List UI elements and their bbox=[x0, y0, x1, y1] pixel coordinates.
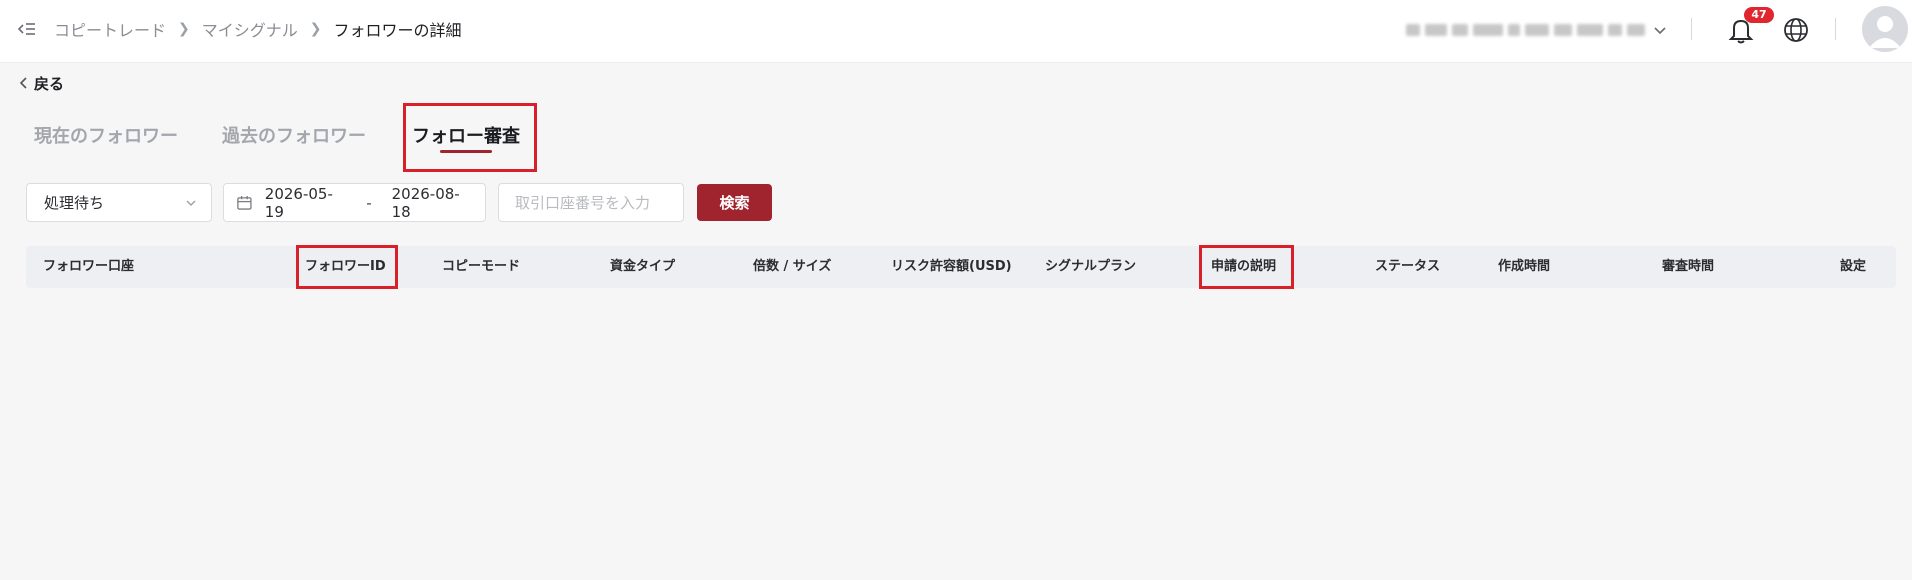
menu-collapse-icon[interactable] bbox=[16, 18, 38, 40]
header-divider bbox=[1691, 18, 1692, 40]
breadcrumb-copy-trade[interactable]: コピートレード bbox=[54, 17, 166, 41]
tab-follow-review[interactable]: フォロー審査 bbox=[412, 122, 520, 148]
chevron-left-icon bbox=[19, 77, 27, 89]
date-range-picker[interactable]: 2026-05-19 - 2026-08-18 bbox=[223, 183, 486, 222]
chevron-right-icon: ❯ bbox=[309, 21, 322, 37]
notification-count-badge: 47 bbox=[1744, 7, 1774, 23]
chevron-down-icon bbox=[1654, 27, 1666, 35]
tab-current-followers[interactable]: 現在のフォロワー bbox=[34, 122, 178, 148]
col-review-time: 審査時間 bbox=[1662, 259, 1715, 274]
date-separator: - bbox=[366, 193, 372, 212]
tab-past-followers[interactable]: 過去のフォロワー bbox=[222, 122, 366, 148]
status-filter-value: 処理待ち bbox=[44, 194, 105, 212]
chevron-right-icon: ❯ bbox=[178, 21, 190, 37]
col-fund-type: 資金タイプ bbox=[610, 259, 676, 274]
breadcrumb: コピートレード ❯ マイシグナル ❯ フォロワーの詳細 bbox=[54, 17, 462, 41]
chevron-down-icon bbox=[186, 200, 196, 206]
breadcrumb-follower-details: フォロワーの詳細 bbox=[333, 21, 462, 40]
col-follower-account: フォロワー口座 bbox=[43, 259, 135, 274]
col-created-time: 作成時間 bbox=[1498, 259, 1551, 274]
account-number-input[interactable] bbox=[498, 183, 684, 222]
top-header: コピートレード ❯ マイシグナル ❯ フォロワーの詳細 47 bbox=[0, 0, 1912, 63]
calendar-icon bbox=[237, 195, 252, 210]
date-start[interactable]: 2026-05-19 bbox=[265, 185, 346, 221]
col-multiplier-size: 倍数 / サイズ bbox=[753, 259, 832, 274]
back-label: 戻る bbox=[34, 74, 65, 93]
date-end[interactable]: 2026-08-18 bbox=[392, 185, 473, 221]
follower-tabs: 現在のフォロワー 過去のフォロワー フォロー審査 bbox=[0, 104, 600, 164]
language-globe-icon[interactable] bbox=[1782, 16, 1810, 44]
back-button[interactable]: 戻る bbox=[18, 72, 64, 94]
col-copy-mode: コピーモード bbox=[442, 259, 521, 274]
col-settings: 設定 bbox=[1840, 259, 1867, 274]
table-header: フォロワー口座 フォロワーID コピーモード 資金タイプ 倍数 / サイズ リス… bbox=[26, 246, 1896, 288]
search-button[interactable]: 検索 bbox=[697, 184, 772, 221]
active-tab-indicator bbox=[440, 150, 492, 153]
status-filter-select[interactable]: 処理待ち bbox=[26, 183, 212, 222]
col-follower-id: フォロワーID bbox=[305, 259, 386, 274]
col-application-note: 申請の説明 bbox=[1211, 259, 1277, 274]
account-name-redacted bbox=[1406, 24, 1645, 36]
breadcrumb-my-signal[interactable]: マイシグナル bbox=[202, 17, 298, 41]
header-divider bbox=[1835, 18, 1836, 40]
col-signal-plan: シグナルプラン bbox=[1045, 259, 1137, 274]
user-avatar[interactable] bbox=[1862, 6, 1908, 52]
account-switcher[interactable] bbox=[1406, 15, 1668, 45]
col-risk-amount: リスク許容額(USD) bbox=[891, 259, 1012, 274]
col-status: ステータス bbox=[1375, 259, 1441, 274]
